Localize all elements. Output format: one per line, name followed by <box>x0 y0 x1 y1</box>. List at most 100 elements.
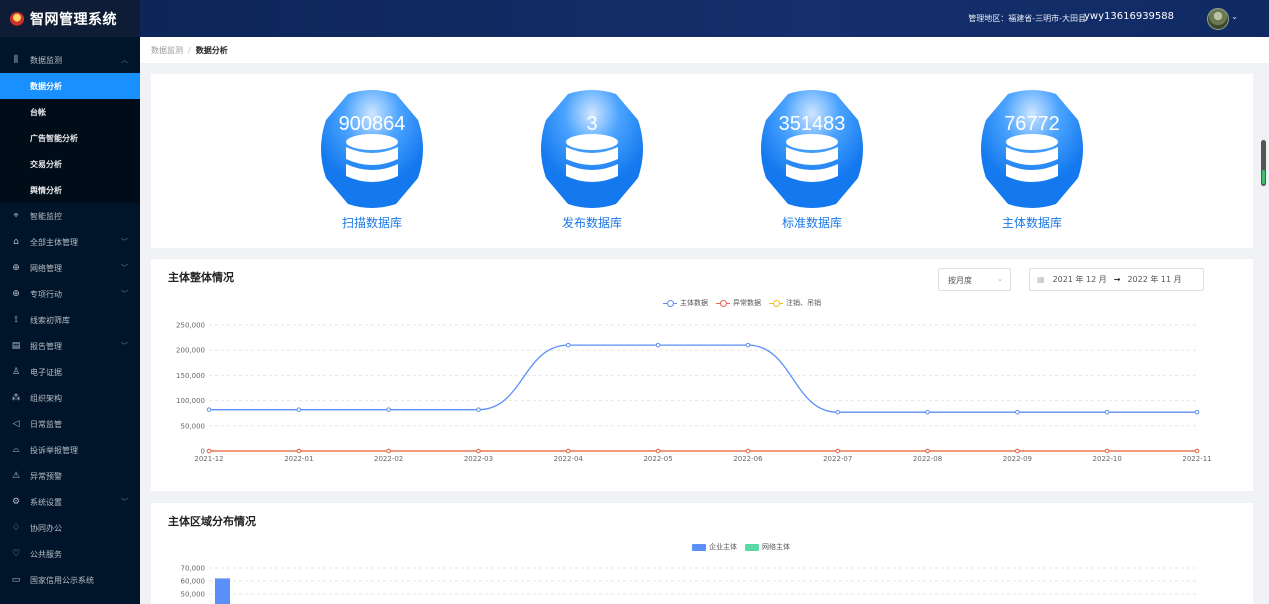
sidebar-subitem[interactable]: 数据分析 <box>0 73 140 99</box>
sidebar-item-label: 专项行动 <box>30 289 62 299</box>
sidebar-item-label: 数据监测 <box>30 55 62 65</box>
sidebar: 智网管理系统 ⫼ 数据监测 ︿ 数据分析 台帐 广告智能分析 交易分析 舆情分析 ⌖ 智能监控 ⌂ 全… <box>0 0 140 604</box>
data-point[interactable] <box>476 407 481 412</box>
data-point[interactable] <box>386 407 391 412</box>
data-point[interactable] <box>1104 409 1110 415</box>
sidebar-item-label: 智能监控 <box>30 211 62 221</box>
chevron-down-icon: ﹀ <box>121 342 128 350</box>
x-tick-label: 2022-08 <box>913 455 942 463</box>
y-tick-label: 200,000 <box>176 347 205 355</box>
sidebar-item[interactable]: ⌂ 全部主体管理 ﹀ <box>0 229 140 255</box>
heart-icon: ♡ <box>11 549 21 559</box>
sidebar-subitem[interactable]: 交易分析 <box>0 151 140 177</box>
sidebar-item[interactable]: ▭ 国家信用公示系统 <box>0 567 140 593</box>
database-label[interactable]: 发布数据库 <box>522 214 662 231</box>
data-point[interactable] <box>206 448 212 454</box>
database-count: 351483 <box>778 113 846 135</box>
chevron-down-icon: ﹀ <box>121 264 128 272</box>
database-item[interactable]: 351483 标准数据库 <box>742 90 882 231</box>
sidebar-item-label: 异常预警 <box>30 471 62 481</box>
data-point[interactable] <box>296 448 302 454</box>
sidebar-item[interactable]: ◁ 日常监管 <box>0 411 140 437</box>
database-icon: 900864 <box>318 90 426 208</box>
database-item[interactable]: 3 发布数据库 <box>522 90 662 231</box>
gear-icon: ⚙ <box>11 497 21 507</box>
data-point[interactable] <box>1104 448 1110 454</box>
sidebar-item[interactable]: ♢ 协同办公 <box>0 515 140 541</box>
data-point[interactable] <box>835 409 841 415</box>
data-point[interactable] <box>1194 448 1200 454</box>
x-tick-label: 2022-11 <box>1182 455 1211 463</box>
evidence-icon: ♙ <box>11 367 21 377</box>
x-tick-label: 2022-03 <box>464 455 493 463</box>
data-point[interactable] <box>1015 409 1020 415</box>
sidebar-item-label: 组织架构 <box>30 393 62 403</box>
data-point[interactable] <box>565 342 571 348</box>
sidebar-item[interactable]: ⚙ 系统设置 ﹀ <box>0 489 140 515</box>
sidebar-item-label: 全部主体管理 <box>30 237 78 247</box>
sidebar-item[interactable]: ⌖ 智能监控 <box>0 203 140 229</box>
app-title: 智网管理系统 <box>30 11 117 28</box>
sidebar-item[interactable]: ⫼ 数据监测 ︿ <box>0 47 140 73</box>
data-point[interactable] <box>296 407 302 412</box>
x-tick-label: 2022-04 <box>554 455 584 463</box>
bar[interactable] <box>215 578 230 604</box>
data-point[interactable] <box>1194 409 1200 415</box>
chevron-down-icon: ﹀ <box>121 238 128 246</box>
breadcrumb-parent[interactable]: 数据监测 <box>151 45 183 56</box>
sidebar-item[interactable]: ⁂ 组织架构 <box>0 385 140 411</box>
database-label[interactable]: 主体数据库 <box>962 214 1102 231</box>
sidebar-subitem[interactable]: 舆情分析 <box>0 177 140 203</box>
logo: 智网管理系统 <box>0 0 140 37</box>
database-count: 3 <box>586 113 598 135</box>
sidebar-item-label: 日常监管 <box>30 419 62 429</box>
breadcrumb-current: 数据分析 <box>195 45 228 55</box>
data-point[interactable] <box>565 448 571 454</box>
globe-icon: ⊕ <box>12 289 20 299</box>
database-label[interactable]: 扫描数据库 <box>302 214 442 231</box>
y-tick-label: 60,000 <box>181 578 206 586</box>
sidebar-item[interactable]: ⚠ 异常预警 <box>0 463 140 489</box>
filter-icon: ⟟ <box>14 315 18 325</box>
sidebar-item[interactable]: ♡ 公共服务 <box>0 541 140 567</box>
data-point[interactable] <box>206 407 212 412</box>
database-item[interactable]: 900864 扫描数据库 <box>302 90 442 231</box>
report-icon: ▤ <box>11 341 21 351</box>
sidebar-item[interactable]: ⌓ 投诉举报管理 <box>0 437 140 463</box>
y-tick-label: 100,000 <box>176 397 205 405</box>
sidebar-item-label: 公共服务 <box>30 549 62 559</box>
database-item[interactable]: 76772 主体数据库 <box>962 90 1102 231</box>
data-point[interactable] <box>925 409 930 415</box>
avatar[interactable] <box>1207 8 1229 30</box>
y-tick-label: 150,000 <box>176 372 205 380</box>
data-point[interactable] <box>476 448 481 454</box>
database-count: 76772 <box>1004 113 1060 135</box>
sidebar-subitem[interactable]: 广告智能分析 <box>0 125 140 151</box>
x-tick-label: 2022-01 <box>284 455 313 463</box>
emblem-icon <box>10 11 24 26</box>
sidebar-item[interactable]: ⊕ 专项行动 ﹀ <box>0 281 140 307</box>
sidebar-item[interactable]: ⟟ 线索初筛库 <box>0 307 140 333</box>
database-label[interactable]: 标准数据库 <box>742 214 882 231</box>
building-icon: ⌂ <box>13 237 19 247</box>
sidebar-item[interactable]: ⊕ 网络管理 ﹀ <box>0 255 140 281</box>
sidebar-item-label: 投诉举报管理 <box>30 445 78 455</box>
chevron-down-icon: ﹀ <box>121 290 128 298</box>
data-point[interactable] <box>835 448 841 454</box>
sidebar-subitem[interactable]: 台帐 <box>0 99 140 125</box>
sidebar-item-label: 网络管理 <box>30 263 62 273</box>
data-point[interactable] <box>745 448 751 454</box>
distribution-chart-card: 主体区域分布情况 企业主体 网络主体 70,000 60,000 50,000 <box>151 503 1253 604</box>
globe-icon: ⊕ <box>12 263 20 273</box>
sidebar-item[interactable]: ♙ 电子证据 <box>0 359 140 385</box>
username[interactable]: ywy13616939588 <box>1084 11 1174 22</box>
data-point[interactable] <box>925 448 930 454</box>
sidebar-item[interactable]: ▤ 报告管理 ﹀ <box>0 333 140 359</box>
chevron-down-icon[interactable]: ⌄ <box>1231 12 1238 21</box>
data-point[interactable] <box>655 448 661 454</box>
data-point[interactable] <box>655 342 661 348</box>
data-point[interactable] <box>1015 448 1020 454</box>
data-point[interactable] <box>745 342 751 348</box>
database-icon: 351483 <box>758 90 866 208</box>
data-point[interactable] <box>386 448 391 454</box>
